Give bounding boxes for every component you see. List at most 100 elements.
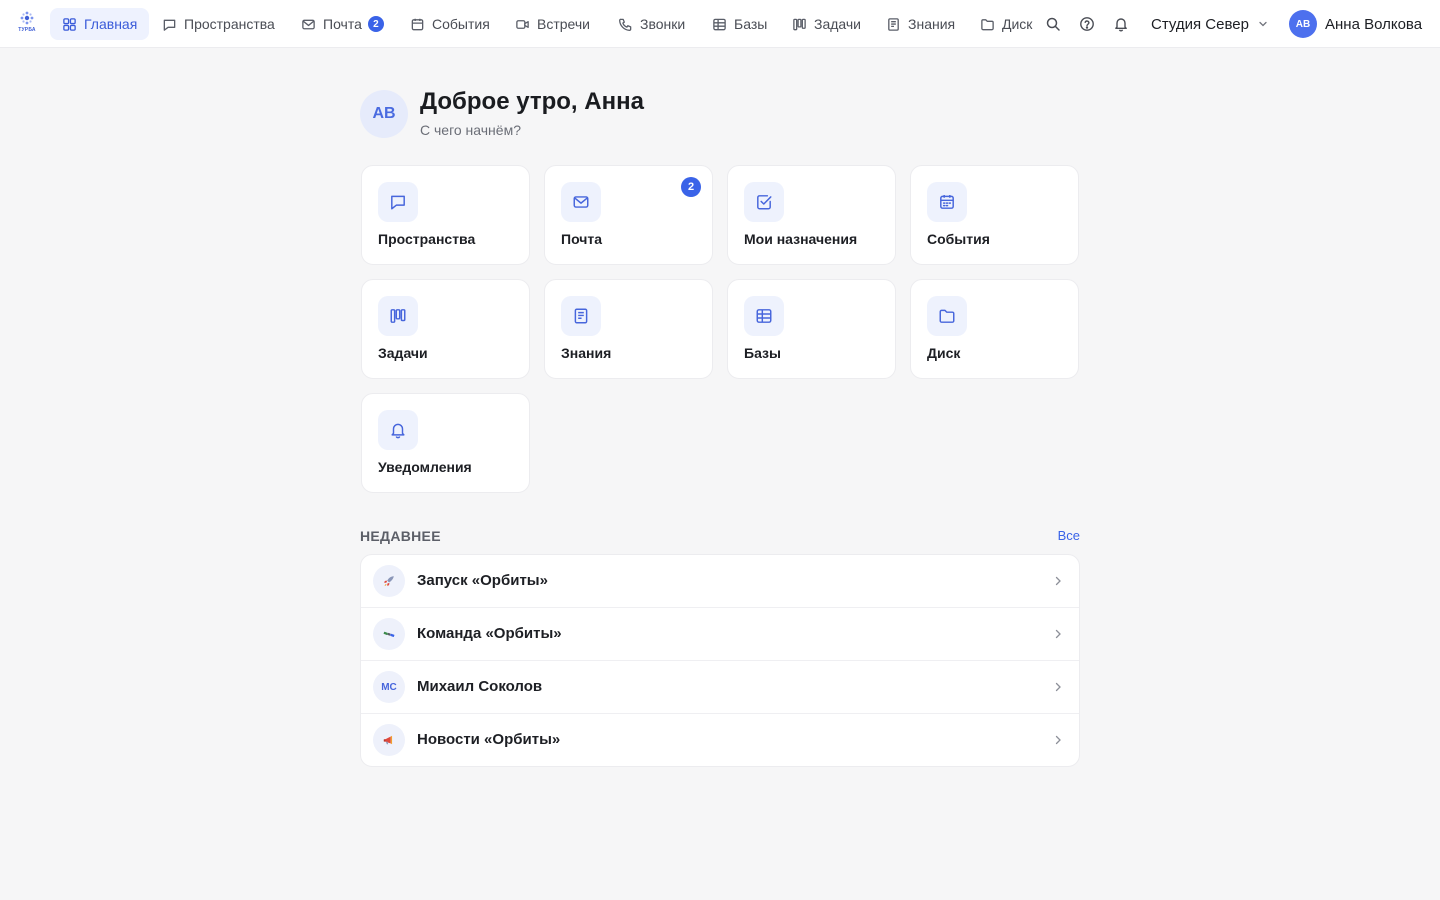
nav-item-events[interactable]: События <box>398 8 502 40</box>
chevron-right-icon <box>1055 735 1061 745</box>
notebook-icon <box>574 308 588 324</box>
nav-item-calls[interactable]: Звонки <box>606 8 697 40</box>
tile-tasks[interactable]: Задачи <box>361 279 530 379</box>
tile-icon-box <box>927 182 967 222</box>
tile-events[interactable]: События <box>910 165 1079 265</box>
tile-icon-box <box>744 296 784 336</box>
grid-icon <box>63 17 76 31</box>
nav-item-home[interactable]: Главная <box>50 8 150 40</box>
tile-label: Почта <box>561 231 603 247</box>
notebook-icon <box>888 17 899 31</box>
nav-item-label: Пространства <box>184 16 275 32</box>
tile-label: Диск <box>927 345 961 361</box>
tile-mail[interactable]: 2 Почта <box>544 165 713 265</box>
chevron-down-icon <box>1259 21 1267 27</box>
mail-count-badge: 2 <box>367 16 384 32</box>
nav-item-label: Звонки <box>640 16 686 32</box>
tile-label: Уведомления <box>378 459 472 475</box>
help-icon <box>1080 17 1094 31</box>
tile-icon-box <box>378 296 418 336</box>
search-button[interactable] <box>1043 14 1063 34</box>
tile-icon-box <box>378 182 418 222</box>
folder-icon <box>939 309 955 323</box>
nav-item-mail[interactable]: Почта 2 <box>289 8 396 40</box>
chevron-right-icon <box>1055 682 1061 692</box>
tile-drive[interactable]: Диск <box>910 279 1079 379</box>
kanban-icon <box>793 18 806 30</box>
folder-icon <box>981 18 994 30</box>
help-button[interactable] <box>1077 14 1097 34</box>
tile-icon-box <box>378 410 418 450</box>
chevron-right-icon <box>1055 576 1061 586</box>
nav-item-label: Диск <box>1002 16 1033 32</box>
recent-list: Запуск «Орбиты» Команда «Орбиты» МС Миха… <box>360 554 1080 767</box>
tile-my-assignments[interactable]: Мои назначения <box>727 165 896 265</box>
tile-icon-box <box>561 182 601 222</box>
nav-item-label: Задачи <box>814 16 862 32</box>
nav-item-label: Знания <box>908 16 956 32</box>
logo-icon <box>20 11 34 25</box>
nav-item-label: Встречи <box>537 16 590 32</box>
calendar-icon <box>411 18 424 30</box>
checkbox-icon <box>757 195 772 210</box>
nav-item-tasks[interactable]: Задачи <box>780 8 873 40</box>
tile-notifications[interactable]: Уведомления <box>361 393 530 493</box>
list-item[interactable]: Команда «Орбиты» <box>361 608 1079 661</box>
app-logo[interactable]: ТУРБА <box>15 10 39 38</box>
user-name: Анна Волкова <box>1325 15 1423 33</box>
tile-knowledge[interactable]: Знания <box>544 279 713 379</box>
nav-item-label: Базы <box>734 16 768 32</box>
list-item-label: Запуск «Орбиты» <box>417 572 548 589</box>
nav-item-drive[interactable]: Диск <box>968 8 1044 40</box>
list-item-label: Михаил Соколов <box>417 678 543 695</box>
nav-item-label: Почта <box>323 16 362 32</box>
tile-label: События <box>927 231 990 247</box>
list-item-label: Новости «Орбиты» <box>417 731 561 748</box>
tile-label: Мои назначения <box>744 231 858 247</box>
tile-icon-box <box>744 182 784 222</box>
chat-bubble-icon <box>391 195 405 210</box>
tile-label: Задачи <box>378 345 428 361</box>
nav-item-spaces[interactable]: Пространства <box>150 8 287 40</box>
phone-icon <box>619 18 632 31</box>
video-icon <box>516 19 529 29</box>
mail-count-badge: 2 <box>681 177 701 197</box>
nav-item-label: Главная <box>84 16 138 32</box>
tile-label: Базы <box>744 345 781 361</box>
list-item[interactable]: Новости «Орбиты» <box>361 714 1079 766</box>
logo-text: ТУРБА <box>18 27 36 33</box>
nav-item-knowledge[interactable]: Знания <box>874 8 967 40</box>
tile-databases[interactable]: Базы <box>727 279 896 379</box>
satellite-icon <box>373 618 405 650</box>
avatar: МС <box>373 671 405 703</box>
tile-label: Знания <box>561 345 612 361</box>
chevron-right-icon <box>1055 629 1061 639</box>
mail-icon <box>302 19 315 29</box>
chat-bubble-icon <box>163 19 176 31</box>
megaphone-icon <box>373 724 405 756</box>
workspace-name: Студия Север <box>1151 15 1249 33</box>
list-item[interactable]: Запуск «Орбиты» <box>361 555 1079 608</box>
mail-icon <box>573 196 589 208</box>
tile-spaces[interactable]: Пространства <box>361 165 530 265</box>
recent-all-link[interactable]: Все <box>1040 528 1080 543</box>
avatar: АВ <box>1289 10 1317 38</box>
workspace-switcher[interactable]: Студия Север <box>1151 14 1269 34</box>
nav-item-databases[interactable]: Базы <box>700 8 779 40</box>
table-icon <box>713 18 726 30</box>
nav-item-meetings[interactable]: Встречи <box>503 8 602 40</box>
calendar-icon <box>940 195 954 209</box>
bell-icon <box>391 423 405 439</box>
bell-icon <box>1115 18 1127 32</box>
search-icon <box>1046 17 1060 31</box>
kanban-icon <box>390 309 406 323</box>
rocket-icon <box>373 565 405 597</box>
tile-label: Пространства <box>378 231 476 247</box>
list-item[interactable]: МС Михаил Соколов <box>361 661 1079 714</box>
user-menu[interactable]: АВ Анна Волкова <box>1289 10 1422 38</box>
page-subtitle: С чего начнём? <box>420 122 521 138</box>
greeting-avatar: АВ <box>360 90 408 138</box>
table-icon <box>756 309 772 323</box>
list-item-label: Команда «Орбиты» <box>417 625 562 642</box>
notifications-button[interactable] <box>1111 14 1131 34</box>
